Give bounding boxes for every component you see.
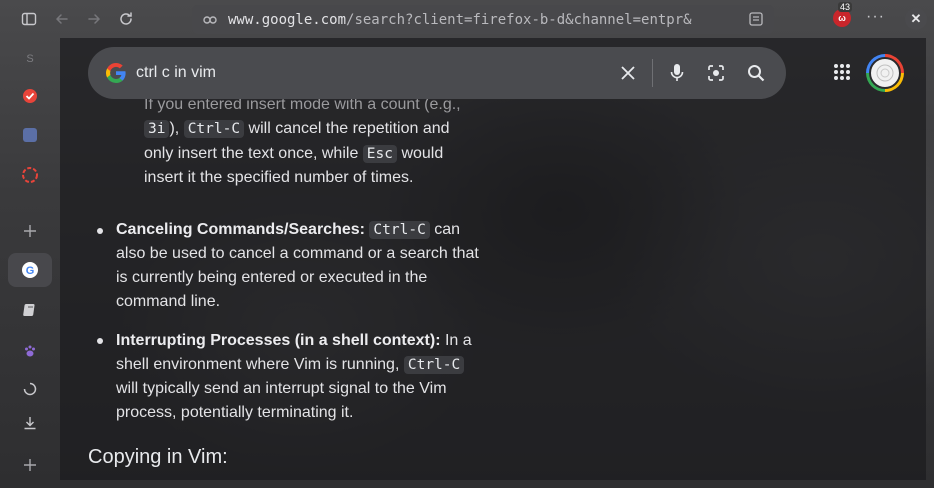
google-logo-icon[interactable] [104, 61, 128, 85]
reload-icon[interactable] [114, 7, 138, 31]
browser-sidebar: S G [0, 38, 60, 488]
clear-icon[interactable] [617, 62, 639, 84]
inline-code: Esc [362, 145, 397, 163]
extension-badge: 43 [838, 2, 853, 12]
list-item-line: shell environment where Vim is running, … [116, 353, 465, 377]
site-info-icon[interactable] [202, 12, 218, 28]
search-divider [652, 59, 653, 87]
list-item: Canceling Commands/Searches: Ctrl-C can [116, 221, 461, 239]
inline-code: Ctrl-C [403, 356, 465, 374]
close-window-icon[interactable]: ✕ [905, 8, 927, 30]
notebook-icon[interactable] [8, 293, 52, 327]
list-item-line: process, potentially terminating it. [116, 404, 354, 421]
inline-code: Ctrl-C [369, 221, 430, 239]
bullet-dot [97, 228, 103, 234]
back-arrow-icon[interactable] [50, 7, 74, 31]
add-panel-icon[interactable] [8, 448, 52, 482]
app-square-icon[interactable] [8, 118, 52, 152]
loading-icon[interactable] [8, 372, 52, 406]
inline-code: Ctrl-C [183, 120, 245, 138]
reader-view-icon[interactable] [748, 11, 764, 27]
google-apps-icon[interactable] [832, 62, 852, 82]
bullet-dot [97, 338, 103, 344]
microphone-icon[interactable] [666, 62, 688, 84]
list-item-line: command line. [116, 293, 221, 310]
google-search-bar[interactable]: ctrl c in vim [88, 47, 786, 99]
forward-arrow-icon[interactable] [82, 7, 106, 31]
inline-code: 3i [144, 120, 170, 138]
section-heading: Copying in Vim: [88, 446, 228, 468]
lifebuoy-icon[interactable] [8, 158, 52, 192]
paragraph-line: 3i), Ctrl-C will cancel the repetition a… [144, 117, 450, 141]
paw-icon[interactable] [8, 334, 52, 368]
avatar-image [869, 57, 901, 89]
browser-toolbar: www.google.com/search?client=firefox-b-d… [0, 0, 934, 38]
list-item-line: is currently being entered or executed i… [116, 269, 428, 286]
web-page: If you entered insert mode with a count … [60, 38, 926, 480]
sidebar-workspace-label: S [26, 53, 34, 65]
account-avatar[interactable] [866, 54, 904, 92]
sidebar-toggle-icon[interactable] [17, 7, 41, 31]
svg-text:G: G [26, 265, 35, 277]
add-icon[interactable] [8, 214, 52, 248]
paragraph-line: only insert the text once, while Esc wou… [144, 145, 444, 163]
paragraph-line: insert it the specified number of times. [144, 169, 414, 186]
lens-camera-icon[interactable] [705, 62, 727, 84]
url-text: www.google.com/search?client=firefox-b-d… [228, 11, 692, 28]
url-bar[interactable]: www.google.com/search?client=firefox-b-d… [192, 5, 774, 34]
google-tab-icon[interactable]: G [8, 253, 52, 287]
download-icon[interactable] [8, 406, 52, 440]
more-menu-icon[interactable]: ··· [866, 8, 885, 26]
list-item-line: also be used to cancel a command or a se… [116, 245, 479, 262]
search-input[interactable]: ctrl c in vim [136, 64, 216, 82]
todoist-icon[interactable] [8, 79, 52, 113]
list-item: Interrupting Processes (in a shell conte… [116, 332, 472, 349]
search-icon[interactable] [745, 62, 767, 84]
list-item-line: will typically send an interrupt signal … [116, 380, 447, 397]
